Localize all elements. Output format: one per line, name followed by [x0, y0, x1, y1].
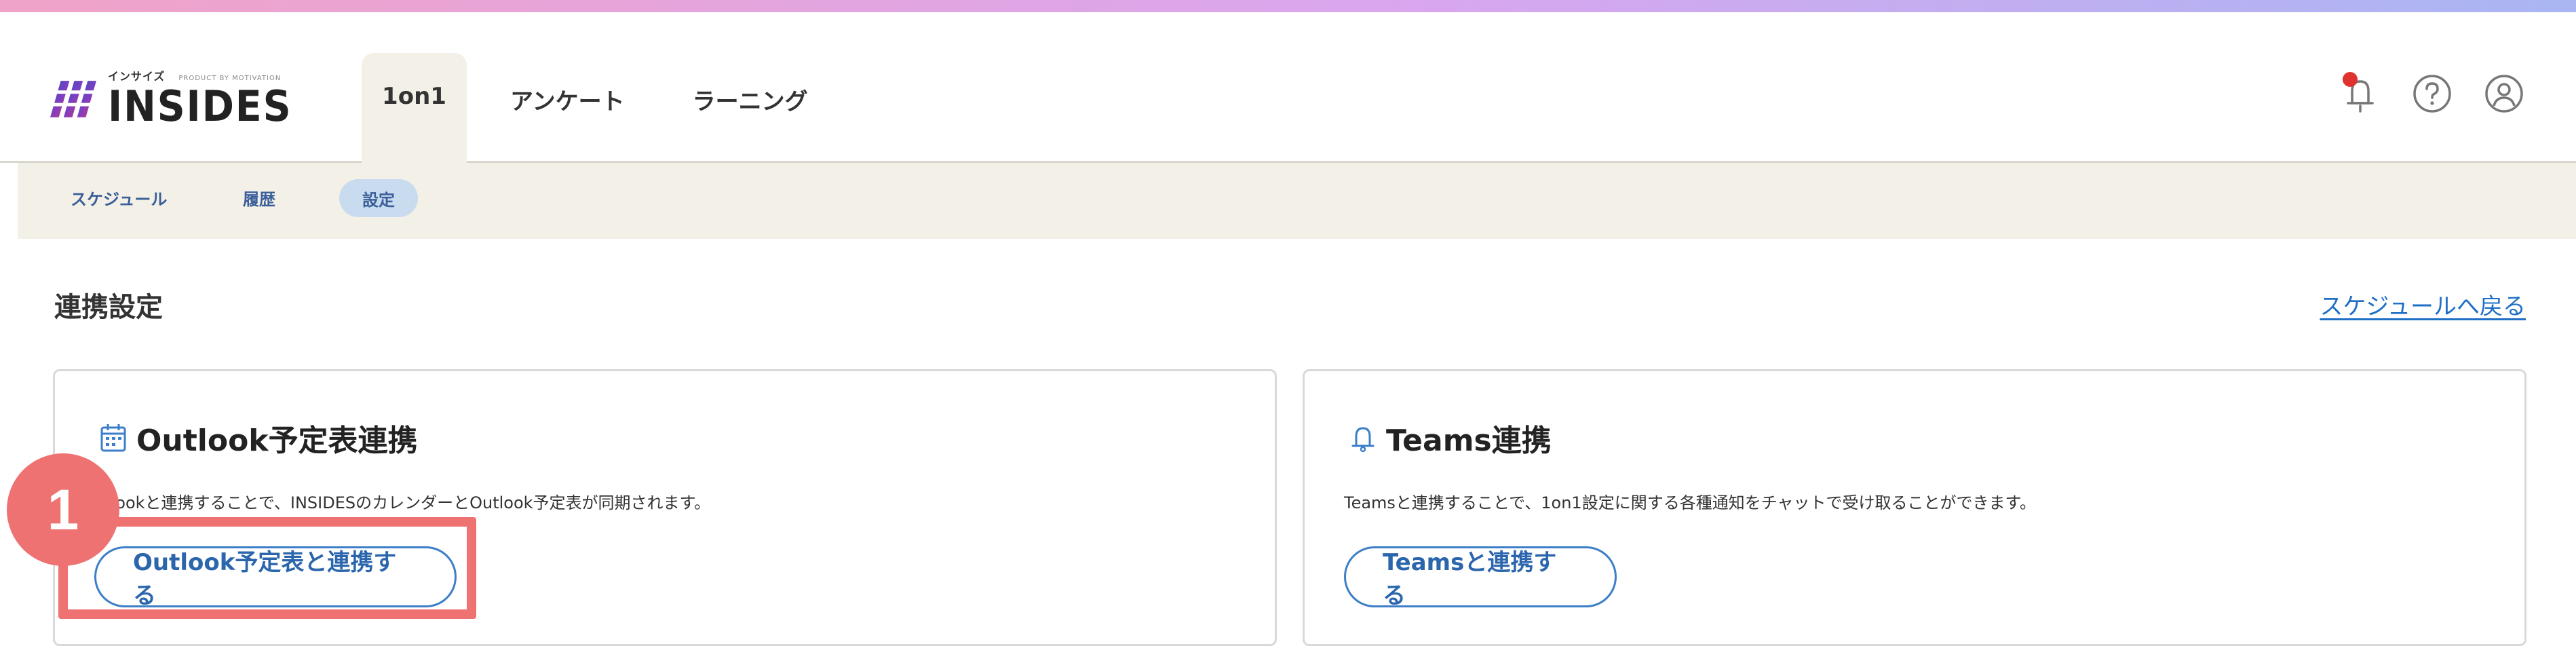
sub-navigation: スケジュール 履歴 設定 [18, 163, 2576, 239]
insides-logo[interactable]: インサイズ PRODUCT BY MOTIVATION INSIDES [50, 65, 308, 133]
card-title: Outlook予定表連携 [100, 416, 418, 459]
card-title: Teams連携 [1349, 416, 1552, 459]
subnav-history[interactable]: 履歴 [243, 186, 275, 210]
bell-icon [1351, 427, 1374, 453]
user-account-icon [2485, 75, 2523, 113]
logo-mark-icon [50, 81, 98, 117]
header-icons [2339, 72, 2526, 115]
outlook-card-title-text: Outlook予定表連携 [136, 423, 418, 458]
main-tabs: 1on1 アンケート ラーニング [362, 53, 832, 163]
help-button[interactable] [2410, 72, 2454, 115]
outlook-integration-card: Outlook予定表連携 utlookと連携することで、INSIDESのカレンダ… [53, 369, 1277, 646]
calendar-icon [100, 424, 126, 452]
tab-survey[interactable]: アンケート [486, 53, 649, 163]
teams-integration-card: Teams連携 Teamsと連携することで、1on1設定に関する各種通知をチャッ… [1303, 369, 2526, 646]
tab-learning[interactable]: ラーニング [668, 53, 832, 163]
outlook-card-description: utlookと連携することで、INSIDESのカレンダーとOutlook予定表が… [94, 493, 711, 512]
logo-wordmark: INSIDES [107, 81, 292, 131]
account-button[interactable] [2482, 72, 2526, 115]
step-number-badge: 1 [7, 453, 119, 566]
top-gradient-bar [0, 0, 2576, 12]
page-title: 連携設定 [54, 292, 163, 323]
notification-dot [2343, 72, 2358, 87]
back-to-schedule-link[interactable]: スケジュールへ戻る [2320, 288, 2526, 321]
subnav-schedule[interactable]: スケジュール [71, 186, 167, 210]
connect-outlook-button[interactable]: Outlook予定表と連携する [94, 546, 457, 609]
notifications-button[interactable] [2339, 72, 2382, 115]
teams-card-title-text: Teams連携 [1386, 423, 1552, 458]
help-icon [2413, 75, 2451, 113]
subnav-settings[interactable]: 設定 [339, 179, 418, 217]
connect-teams-button[interactable]: Teamsと連携する [1344, 546, 1617, 609]
tab-1on1[interactable]: 1on1 [362, 53, 467, 163]
teams-card-description: Teamsと連携することで、1on1設定に関する各種通知をチャットで受け取ること… [1344, 493, 2037, 512]
app-header: インサイズ PRODUCT BY MOTIVATION INSIDES 1on1 … [0, 12, 2576, 163]
